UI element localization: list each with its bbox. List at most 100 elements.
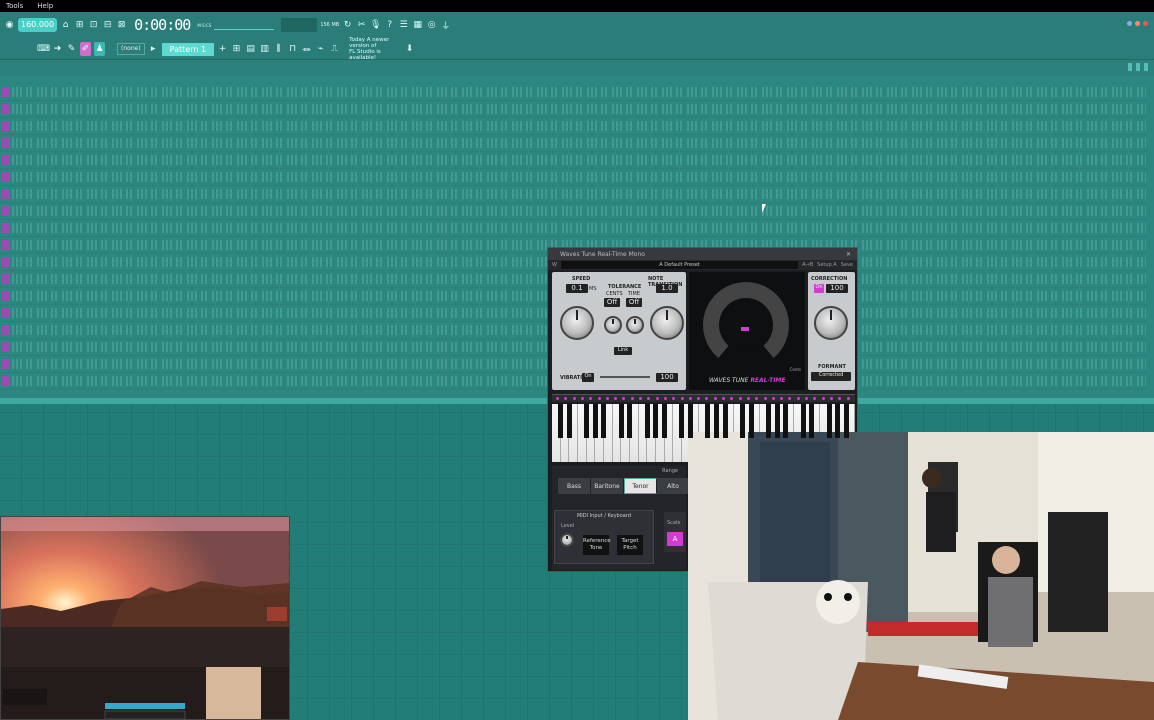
note-toggle-dot[interactable] (829, 397, 833, 400)
tolerance-cents-value[interactable]: Off (604, 298, 620, 307)
playlist-track-row[interactable] (0, 84, 1146, 101)
record-mode-icon[interactable]: ⊞ (74, 18, 85, 32)
black-key[interactable] (584, 404, 590, 438)
playlist-track-row[interactable] (0, 135, 1146, 152)
note-transition-knob[interactable] (650, 306, 684, 340)
note-toggle-dot[interactable] (780, 397, 784, 400)
snap-select[interactable]: (none) (117, 43, 145, 55)
note-toggle-dot[interactable] (846, 397, 850, 400)
note-toggle-dot[interactable] (688, 397, 692, 400)
track-clips[interactable] (12, 206, 1146, 216)
playlist-track-row[interactable] (0, 152, 1146, 169)
voice-tenor[interactable]: Tenor (624, 478, 657, 494)
black-key[interactable] (679, 404, 685, 438)
playlist-icon[interactable]: ⊞ (231, 42, 242, 56)
scale-key-button[interactable]: A (667, 532, 683, 546)
channel-icon[interactable]: ⊓ (287, 42, 298, 56)
note-toggle-dot[interactable] (663, 397, 667, 400)
piano-roll-icon[interactable]: ▤ (245, 42, 256, 56)
master-volume-slider[interactable] (214, 20, 275, 30)
correction-value[interactable]: 100 (826, 284, 848, 293)
note-toggle-dot[interactable] (805, 397, 808, 400)
add-pattern-icon[interactable]: + (217, 42, 228, 56)
black-key[interactable] (826, 404, 832, 438)
loop-record-icon[interactable]: ⊠ (116, 18, 127, 32)
arrow-icon[interactable]: ➜ (52, 42, 63, 56)
speed-value[interactable]: 0.1 (566, 284, 588, 293)
time-display[interactable]: 0:00:00 (134, 16, 191, 34)
vibrato-value[interactable]: 100 (656, 373, 678, 382)
voice-bass[interactable]: Bass (558, 478, 591, 494)
note-toggle-dot[interactable] (746, 397, 750, 400)
voice-baritone[interactable]: Baritone (591, 478, 624, 494)
cut-icon[interactable]: ✂ (356, 18, 367, 32)
note-toggle-dot[interactable] (713, 397, 717, 400)
pattern-arrow-icon[interactable]: ▸ (148, 42, 159, 56)
tolerance-time-knob[interactable] (626, 316, 644, 334)
countdown-icon[interactable]: ⊟ (102, 18, 113, 32)
note-toggle-dot[interactable] (697, 397, 701, 400)
black-key[interactable] (843, 404, 849, 438)
note-toggle-dot[interactable] (796, 397, 800, 400)
black-key[interactable] (739, 404, 745, 438)
keyboard-icon[interactable]: ⌨ (37, 42, 50, 56)
tolerance-cents-knob[interactable] (604, 316, 622, 334)
playlist-track-row[interactable] (0, 203, 1146, 220)
close-icon[interactable] (1143, 21, 1148, 26)
note-toggle-dot[interactable] (730, 397, 734, 400)
note-toggle-dot[interactable] (589, 397, 593, 400)
plugin-title-bar[interactable]: Waves Tune Real-Time Mono ✕ (548, 248, 857, 260)
zoom-icon[interactable] (1136, 63, 1140, 71)
note-toggle-dot[interactable] (597, 397, 601, 400)
playlist-track-row[interactable] (0, 220, 1146, 237)
level-knob[interactable] (560, 533, 574, 547)
speed-knob[interactable] (560, 306, 594, 340)
pencil-icon[interactable]: ✎ (66, 42, 77, 56)
pattern-selector[interactable]: Pattern 1 (161, 42, 215, 56)
note-transition-value[interactable]: 1.0 (656, 284, 678, 293)
track-clips[interactable] (12, 223, 1146, 233)
note-toggle-dot[interactable] (564, 397, 568, 400)
track-clips[interactable] (12, 104, 1146, 114)
note-toggle-dot[interactable] (556, 397, 559, 400)
vibrato-toggle[interactable]: On (582, 373, 594, 382)
help-icon[interactable]: ? (384, 18, 395, 32)
correction-toggle[interactable]: On (814, 284, 824, 293)
black-key[interactable] (592, 404, 598, 438)
voice-alto[interactable]: Alto (657, 478, 690, 494)
note-toggle-dot[interactable] (722, 397, 725, 400)
mixer-icon-2[interactable]: ⫼ (273, 42, 284, 56)
browser-icon[interactable]: ◎ (426, 18, 437, 32)
step-seq-icon[interactable]: ▥ (259, 42, 270, 56)
setup-button[interactable]: Setup A (817, 262, 837, 268)
black-key[interactable] (644, 404, 650, 438)
black-key[interactable] (618, 404, 624, 438)
playlist-track-row[interactable] (0, 169, 1146, 186)
track-clips[interactable] (12, 172, 1146, 182)
black-key[interactable] (627, 404, 633, 438)
note-toggle-dot[interactable] (622, 397, 626, 400)
link-button[interactable]: Link (614, 347, 632, 355)
black-key[interactable] (688, 404, 693, 438)
track-clips[interactable] (12, 87, 1146, 97)
channel-rack-icon[interactable]: ▦ (412, 18, 423, 32)
mixer-icon[interactable]: ☰ (398, 18, 409, 32)
snap-icon[interactable] (1128, 63, 1132, 71)
vibrato-slider[interactable] (600, 376, 650, 378)
black-key[interactable] (783, 404, 789, 438)
note-toggle-dot[interactable] (838, 397, 842, 400)
plugin-close-icon[interactable]: ✕ (846, 251, 851, 258)
track-clips[interactable] (12, 189, 1146, 199)
maximize-icon[interactable] (1135, 21, 1140, 26)
paint-icon[interactable]: ✐ (80, 42, 91, 56)
black-key[interactable] (809, 404, 815, 438)
target-pitch-button[interactable]: Target Pitch (617, 535, 643, 555)
note-toggle-dot[interactable] (630, 397, 634, 400)
black-key[interactable] (558, 404, 564, 438)
output-icon[interactable]: ⎍ (329, 42, 340, 56)
save-button[interactable]: Save (841, 262, 853, 268)
minimize-icon[interactable] (1127, 21, 1132, 26)
black-key[interactable] (765, 404, 771, 438)
download-icon[interactable]: ⬇ (404, 42, 415, 56)
formant-select[interactable]: Corrected (811, 372, 851, 381)
